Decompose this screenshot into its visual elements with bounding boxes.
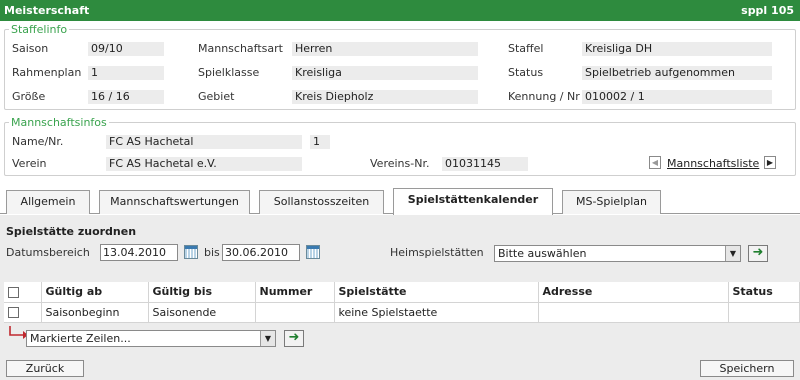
- col-spielstaette[interactable]: Spielstätte: [334, 282, 539, 303]
- datumsbereich-label: Datumsbereich: [6, 246, 90, 259]
- prev-team-button[interactable]: ◀: [649, 156, 661, 169]
- venue-select-value: Bitte auswählen: [498, 247, 587, 260]
- kennung-label: Kennung / Nr: [508, 90, 580, 103]
- tab-allgemein[interactable]: Allgemein: [6, 190, 90, 214]
- saison-value: 09/10: [88, 42, 164, 56]
- table-row: Saisonbeginn Saisonende keine Spielstaet…: [4, 302, 800, 323]
- mannschaftsart-value: Herren: [292, 42, 478, 56]
- window-titlebar: Meisterschaft sppl 105: [0, 0, 800, 21]
- team-name-value: FC AS Hachetal: [106, 135, 302, 149]
- cell-gueltig-ab: Saisonbeginn: [41, 302, 149, 323]
- staffel-label: Staffel: [508, 42, 544, 55]
- status-value: Spielbetrieb aufgenommen: [582, 66, 772, 80]
- select-all-cell: [4, 282, 42, 303]
- kennung-value: 010002 / 1: [582, 90, 772, 104]
- col-gueltig-ab[interactable]: Gültig ab: [41, 282, 149, 303]
- tab-spielstaettenkalender[interactable]: Spielstättenkalender: [393, 188, 553, 215]
- col-status[interactable]: Status: [728, 282, 800, 303]
- tab-mannschaftswertungen[interactable]: Mannschaftswertungen: [99, 190, 250, 214]
- verein-value: FC AS Hachetal e.V.: [106, 157, 302, 171]
- bulk-apply-button[interactable]: ➜: [284, 330, 304, 347]
- rahmenplan-value: 1: [88, 66, 164, 80]
- table-header-row: Gültig ab Gültig bis Nummer Spielstätte …: [4, 282, 800, 303]
- mannschaftsart-label: Mannschaftsart: [198, 42, 283, 55]
- mannschaftsinfos-legend: Mannschaftsinfos: [11, 116, 107, 129]
- tab-sollanstosszeiten[interactable]: Sollanstosszeiten: [259, 190, 384, 214]
- groesse-label: Größe: [12, 90, 46, 103]
- bis-label: bis: [204, 246, 220, 259]
- cell-status: [728, 302, 800, 323]
- tab-ms-spielplan[interactable]: MS-Spielplan: [562, 190, 661, 214]
- vereins-nr-value: 01031145: [442, 157, 528, 171]
- tab-bar: Allgemein Mannschaftswertungen Sollansto…: [0, 188, 800, 215]
- col-adresse[interactable]: Adresse: [538, 282, 729, 303]
- date-to-calendar-icon[interactable]: [306, 245, 320, 259]
- verein-label: Verein: [12, 157, 47, 170]
- cell-adresse: [538, 302, 729, 323]
- spielklasse-label: Spielklasse: [198, 66, 260, 79]
- gebiet-value: Kreis Diepholz: [292, 90, 478, 104]
- vereins-nr-label: Vereins-Nr.: [370, 157, 430, 170]
- row-checkbox-cell: [4, 302, 42, 323]
- cell-nummer: [255, 302, 335, 323]
- page-code: sppl 105: [741, 4, 794, 17]
- date-from-input[interactable]: 13.04.2010: [100, 244, 178, 261]
- select-all-checkbox[interactable]: [8, 286, 19, 298]
- groesse-value: 16 / 16: [88, 90, 164, 104]
- gebiet-label: Gebiet: [198, 90, 235, 103]
- cell-gueltig-bis: Saisonende: [148, 302, 256, 323]
- rahmenplan-label: Rahmenplan: [12, 66, 82, 79]
- name-nr-label: Name/Nr.: [12, 135, 64, 148]
- chevron-down-icon: ▼: [260, 331, 275, 346]
- venue-table: Gültig ab Gültig bis Nummer Spielstätte …: [4, 282, 800, 323]
- col-gueltig-bis[interactable]: Gültig bis: [148, 282, 256, 303]
- page-title: Meisterschaft: [4, 4, 90, 17]
- next-team-button[interactable]: ▶: [764, 156, 776, 169]
- staffelinfo-legend: Staffelinfo: [11, 23, 68, 36]
- section-title: Spielstätte zuordnen: [6, 225, 137, 238]
- team-number-value: 1: [310, 135, 330, 149]
- date-to-input[interactable]: 30.06.2010: [222, 244, 300, 261]
- bulk-action-select[interactable]: Markierte Zeilen... ▼: [26, 330, 276, 347]
- cell-spielstaette: keine Spielstaette: [334, 302, 539, 323]
- date-from-calendar-icon[interactable]: [184, 245, 198, 259]
- saison-label: Saison: [12, 42, 49, 55]
- venue-select[interactable]: Bitte auswählen ▼: [494, 245, 741, 262]
- staffel-value: Kreisliga DH: [582, 42, 772, 56]
- col-nummer[interactable]: Nummer: [255, 282, 335, 303]
- heimspielstaetten-label: Heimspielstätten: [390, 246, 484, 259]
- save-button[interactable]: Speichern: [700, 360, 794, 377]
- chevron-down-icon: ▼: [725, 246, 740, 261]
- back-button[interactable]: Zurück: [6, 360, 84, 377]
- mannschaftsliste-link[interactable]: Mannschaftsliste: [667, 157, 759, 170]
- status-label: Status: [508, 66, 544, 79]
- venue-apply-button[interactable]: ➜: [748, 245, 768, 262]
- spielklasse-value: Kreisliga: [292, 66, 478, 80]
- row-checkbox[interactable]: [8, 307, 19, 318]
- bulk-action-value: Markierte Zeilen...: [30, 332, 131, 345]
